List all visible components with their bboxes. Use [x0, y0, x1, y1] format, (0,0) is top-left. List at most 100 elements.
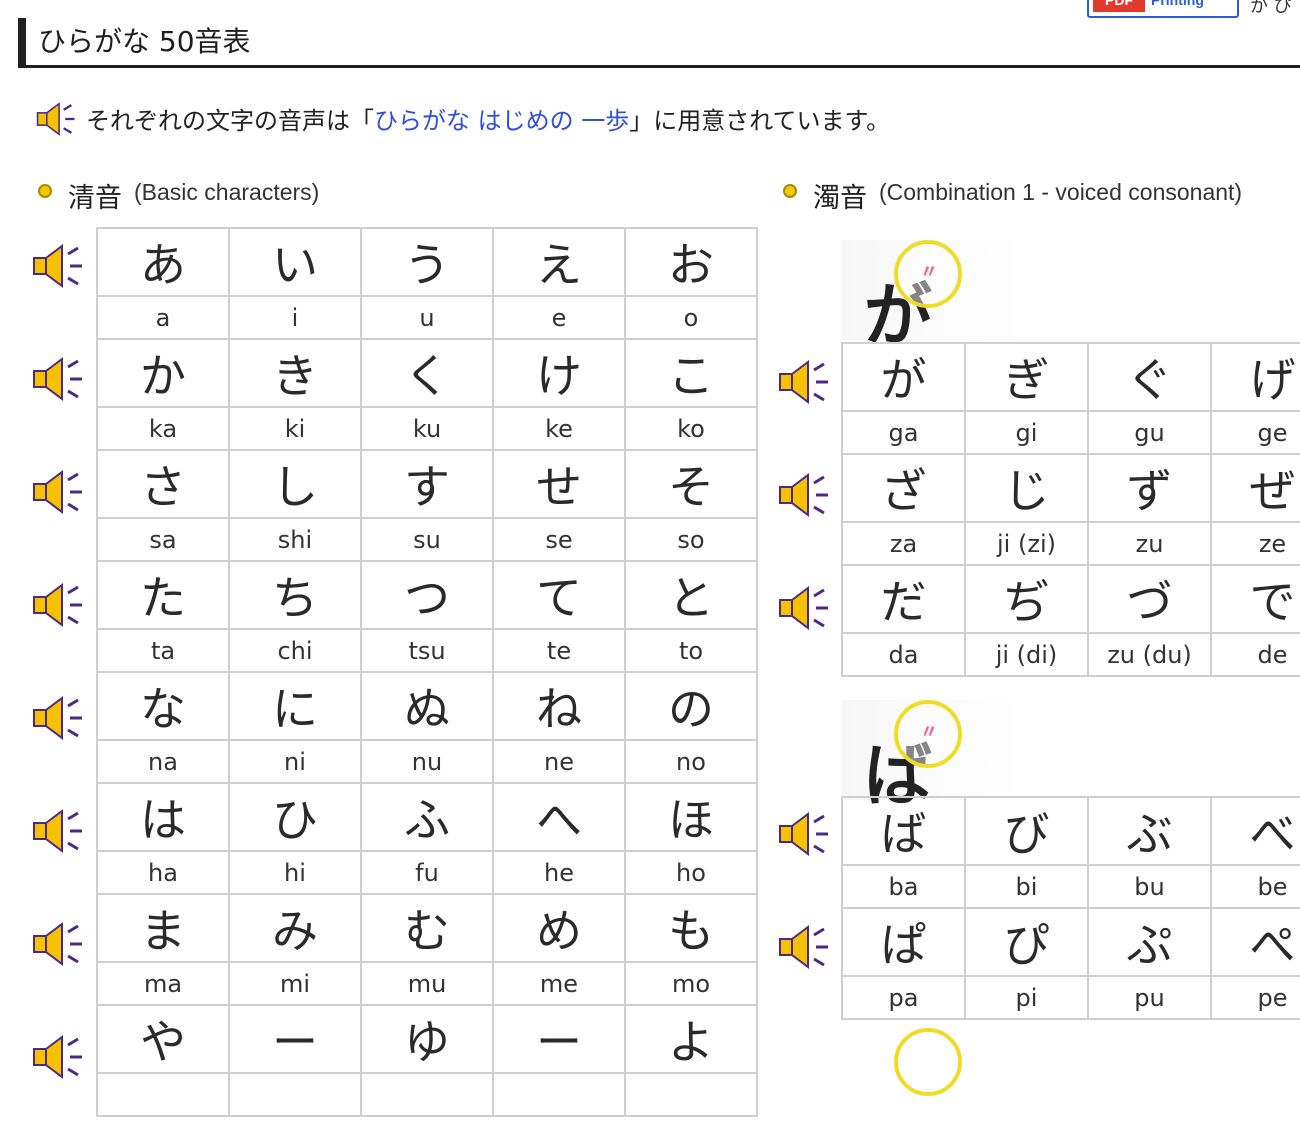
play-audio-button[interactable]: [776, 582, 832, 634]
kana-cell[interactable]: き: [228, 338, 362, 408]
play-audio-button[interactable]: [30, 1031, 86, 1083]
play-audio-button[interactable]: [30, 692, 86, 744]
romaji-cell: ko: [624, 406, 758, 451]
kana-cell[interactable]: し: [228, 449, 362, 519]
romaji-cell: ma: [96, 961, 230, 1006]
kana-cell[interactable]: ぴ: [964, 907, 1089, 977]
speaker-icon: [33, 470, 82, 514]
romaji-cell: no: [624, 739, 758, 784]
kana-cell[interactable]: ぐ: [1087, 342, 1212, 412]
romaji-cell: ji (di): [964, 632, 1089, 677]
kana-cell[interactable]: ず: [1087, 453, 1212, 523]
romaji-cell: me: [492, 961, 626, 1006]
kana-cell[interactable]: じ: [964, 453, 1089, 523]
play-audio-button[interactable]: [30, 466, 86, 518]
kana-cell[interactable]: か: [96, 338, 230, 408]
romaji-cell: de: [1210, 632, 1300, 677]
kana-cell[interactable]: だ: [841, 564, 966, 634]
kana-cell[interactable]: ね: [492, 671, 626, 741]
kana-cell[interactable]: う: [360, 227, 494, 297]
romaji-cell: hi: [228, 850, 362, 895]
play-audio-button[interactable]: [30, 240, 86, 292]
kana-cell[interactable]: え: [492, 227, 626, 297]
kana-cell[interactable]: や: [96, 1004, 230, 1074]
romaji-cell: pe: [1210, 975, 1300, 1020]
romaji-cell: ge: [1210, 410, 1300, 455]
hiragana-first-step-link[interactable]: ひらがな はじめの 一歩: [374, 107, 629, 135]
kana-cell[interactable]: ち: [228, 560, 362, 630]
play-audio-button[interactable]: [776, 808, 832, 860]
romaji-row: ka ki ku ke ko: [96, 406, 758, 451]
dakuon-section-header: 濁音 (Combination 1 - voiced consonant): [783, 176, 1283, 214]
kana-row: たちつてと: [96, 560, 758, 630]
kana-cell[interactable]: い: [228, 227, 362, 297]
kana-cell[interactable]: び: [964, 796, 1089, 866]
kana-cell[interactable]: は: [96, 782, 230, 852]
kana-cell[interactable]: ゆ: [360, 1004, 494, 1074]
romaji-cell: da: [841, 632, 966, 677]
kana-cell[interactable]: み: [228, 893, 362, 963]
page-heading: ひらがな 50音表: [18, 18, 1300, 68]
kana-cell[interactable]: ふ: [360, 782, 494, 852]
kana-cell[interactable]: む: [360, 893, 494, 963]
kana-cell[interactable]: で: [1210, 564, 1300, 634]
kana-cell[interactable]: と: [624, 560, 758, 630]
play-audio-button[interactable]: [776, 356, 832, 408]
kana-cell[interactable]: ひ: [228, 782, 362, 852]
kana-cell[interactable]: ぜ: [1210, 453, 1300, 523]
play-audio-button[interactable]: [30, 579, 86, 631]
kana-cell[interactable]: よ: [624, 1004, 758, 1074]
kana-cell[interactable]: の: [624, 671, 758, 741]
kana-cell[interactable]: く: [360, 338, 494, 408]
seion-subtitle: (Basic characters): [134, 179, 320, 205]
kana-cell[interactable]: ぬ: [360, 671, 494, 741]
kana-cell[interactable]: ぱ: [841, 907, 966, 977]
kana-cell[interactable]: ー: [228, 1004, 362, 1074]
kana-cell[interactable]: あ: [96, 227, 230, 297]
kana-cell[interactable]: ざ: [841, 453, 966, 523]
bullet-icon: [783, 184, 797, 198]
dakuon-table-1-body: がぎぐげ ga gi gu ge ざじずぜ za ji (zi) zu ze だぢづで da ji (d…: [841, 342, 1300, 677]
play-audio-button[interactable]: [30, 353, 86, 405]
kana-row: がぎぐげ: [841, 342, 1300, 412]
kana-cell[interactable]: こ: [624, 338, 758, 408]
kana-cell[interactable]: ほ: [624, 782, 758, 852]
kana-cell[interactable]: に: [228, 671, 362, 741]
play-audio-button[interactable]: [776, 921, 832, 973]
kana-cell[interactable]: ぢ: [964, 564, 1089, 634]
kana-cell[interactable]: つ: [360, 560, 494, 630]
romaji-cell: mi: [228, 961, 362, 1006]
kana-cell[interactable]: た: [96, 560, 230, 630]
kana-cell[interactable]: け: [492, 338, 626, 408]
kana-row: なにぬねの: [96, 671, 758, 741]
play-audio-button[interactable]: [30, 918, 86, 970]
kana-cell[interactable]: べ: [1210, 796, 1300, 866]
romaji-cell: ki: [228, 406, 362, 451]
kana-cell[interactable]: め: [492, 893, 626, 963]
romaji-cell: he: [492, 850, 626, 895]
dakuten-mark-icon: 〃: [920, 722, 938, 743]
kana-cell[interactable]: へ: [492, 782, 626, 852]
kana-cell[interactable]: な: [96, 671, 230, 741]
kana-cell[interactable]: げ: [1210, 342, 1300, 412]
kana-cell[interactable]: ー: [492, 1004, 626, 1074]
kana-cell[interactable]: ぎ: [964, 342, 1089, 412]
kana-cell[interactable]: そ: [624, 449, 758, 519]
kana-cell[interactable]: が: [841, 342, 966, 412]
kana-cell[interactable]: さ: [96, 449, 230, 519]
kana-cell[interactable]: ば: [841, 796, 966, 866]
kana-cell[interactable]: す: [360, 449, 494, 519]
kana-cell[interactable]: お: [624, 227, 758, 297]
pdf-printing-button[interactable]: PDF Printing: [1087, 0, 1239, 18]
play-audio-button[interactable]: [30, 805, 86, 857]
kana-cell[interactable]: ぺ: [1210, 907, 1300, 977]
romaji-cell: [360, 1072, 494, 1117]
kana-cell[interactable]: ま: [96, 893, 230, 963]
kana-cell[interactable]: づ: [1087, 564, 1212, 634]
kana-cell[interactable]: て: [492, 560, 626, 630]
kana-cell[interactable]: せ: [492, 449, 626, 519]
play-audio-button[interactable]: [776, 469, 832, 521]
kana-cell[interactable]: も: [624, 893, 758, 963]
kana-cell[interactable]: ぷ: [1087, 907, 1212, 977]
kana-cell[interactable]: ぶ: [1087, 796, 1212, 866]
